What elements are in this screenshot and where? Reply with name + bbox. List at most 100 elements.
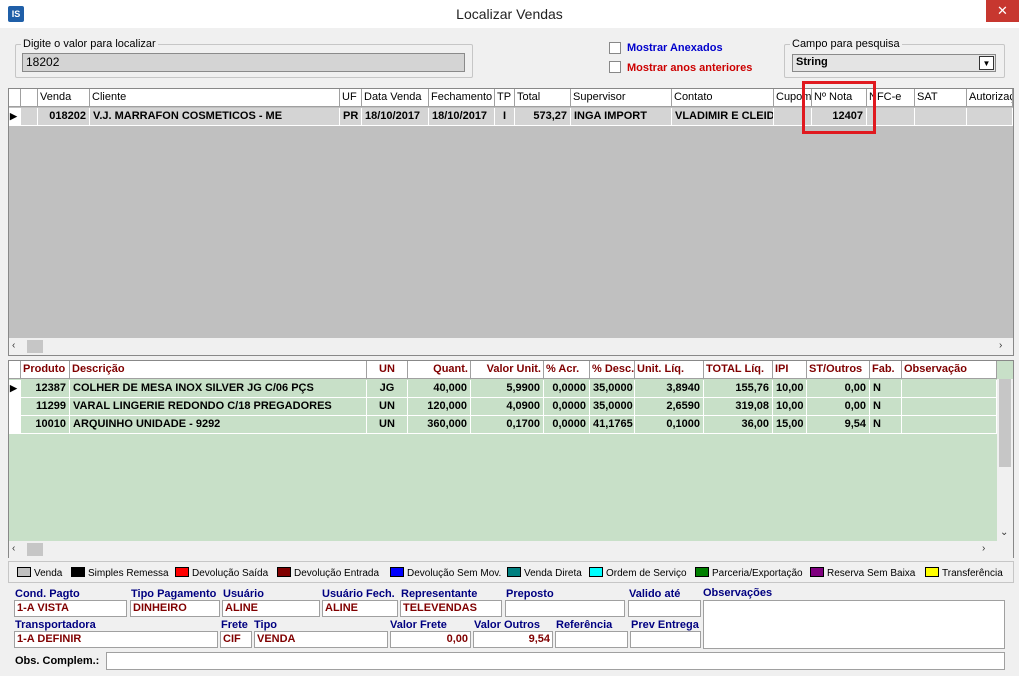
col-contato[interactable]: Contato bbox=[672, 89, 774, 107]
item-produto[interactable]: 10010 bbox=[21, 416, 70, 434]
scroll-down-icon[interactable]: ⌄ bbox=[1000, 527, 1008, 538]
col-supervisor[interactable]: Supervisor bbox=[571, 89, 672, 107]
usuario-field[interactable]: ALINE bbox=[222, 600, 320, 617]
frete-field[interactable]: CIF bbox=[220, 631, 252, 648]
item-desc[interactable]: 35,0000 bbox=[590, 398, 635, 416]
item-un[interactable]: JG bbox=[367, 380, 408, 398]
item-unit-liq[interactable]: 0,1000 bbox=[635, 416, 704, 434]
sale-fechamento[interactable]: 18/10/2017 bbox=[429, 108, 495, 126]
sale-data-venda[interactable]: 18/10/2017 bbox=[362, 108, 429, 126]
items-vscrollbar[interactable]: ⌄ bbox=[997, 379, 1013, 541]
item-st[interactable]: 0,00 bbox=[807, 380, 870, 398]
col-sat[interactable]: SAT bbox=[915, 89, 967, 107]
item-total-liq[interactable]: 319,08 bbox=[704, 398, 773, 416]
col-total-liq[interactable]: TOTAL Líq. bbox=[704, 361, 773, 379]
scroll-left-icon[interactable]: ‹ bbox=[12, 543, 15, 554]
item-ipi[interactable]: 10,00 bbox=[773, 398, 807, 416]
col-quant[interactable]: Quant. bbox=[408, 361, 471, 379]
vscroll-thumb[interactable] bbox=[999, 379, 1011, 467]
col-descricao[interactable]: Descrição bbox=[70, 361, 367, 379]
mostrar-anexados-checkbox[interactable] bbox=[609, 42, 621, 54]
scroll-thumb[interactable] bbox=[27, 340, 43, 353]
col-acr[interactable]: % Acr. bbox=[544, 361, 590, 379]
col-tp[interactable]: TP bbox=[495, 89, 515, 107]
item-fab[interactable]: N bbox=[870, 416, 902, 434]
col-cliente[interactable]: Cliente bbox=[90, 89, 340, 107]
col-fab[interactable]: Fab. bbox=[870, 361, 902, 379]
scroll-left-icon[interactable]: ‹ bbox=[12, 340, 15, 351]
sale-venda[interactable]: 018202 bbox=[38, 108, 90, 126]
col-autoriz[interactable]: Autorizaç bbox=[967, 89, 1013, 107]
preposto-field[interactable] bbox=[505, 600, 625, 617]
mostrar-anos-checkbox[interactable] bbox=[609, 61, 621, 73]
sale-supervisor[interactable]: INGA IMPORT bbox=[571, 108, 672, 126]
item-acr[interactable]: 0,0000 bbox=[544, 380, 590, 398]
referencia-field[interactable] bbox=[555, 631, 628, 648]
col-data-venda[interactable]: Data Venda bbox=[362, 89, 429, 107]
item-total-liq[interactable]: 36,00 bbox=[704, 416, 773, 434]
item-desc[interactable]: 41,1765 bbox=[590, 416, 635, 434]
item-obs[interactable] bbox=[902, 398, 997, 416]
close-button[interactable]: ✕ bbox=[986, 0, 1019, 22]
tipo-field[interactable]: VENDA bbox=[254, 631, 388, 648]
item-acr[interactable]: 0,0000 bbox=[544, 416, 590, 434]
mostrar-anexados-label[interactable]: Mostrar Anexados bbox=[627, 42, 723, 54]
valor-outros-field[interactable]: 9,54 bbox=[473, 631, 553, 648]
col-uf[interactable]: UF bbox=[340, 89, 362, 107]
sale-cliente[interactable]: V.J. MARRAFON COSMETICOS - ME bbox=[90, 108, 340, 126]
observacoes-field[interactable] bbox=[703, 600, 1005, 649]
scroll-right-icon[interactable]: › bbox=[982, 543, 985, 554]
scroll-right-icon[interactable]: › bbox=[999, 340, 1002, 351]
prev-entrega-field[interactable] bbox=[630, 631, 701, 648]
item-unit-liq[interactable]: 2,6590 bbox=[635, 398, 704, 416]
item-valor-unit[interactable]: 5,9900 bbox=[471, 380, 544, 398]
item-quant[interactable]: 120,000 bbox=[408, 398, 471, 416]
col-ipi[interactable]: IPI bbox=[773, 361, 807, 379]
item-ipi[interactable]: 10,00 bbox=[773, 380, 807, 398]
representante-field[interactable]: TELEVENDAS bbox=[400, 600, 502, 617]
item-fab[interactable]: N bbox=[870, 398, 902, 416]
item-unit-liq[interactable]: 3,8940 bbox=[635, 380, 704, 398]
valido-ate-field[interactable] bbox=[628, 600, 701, 617]
item-produto[interactable]: 12387 bbox=[21, 380, 70, 398]
item-fab[interactable]: N bbox=[870, 380, 902, 398]
item-produto[interactable]: 11299 bbox=[21, 398, 70, 416]
col-unit-liq[interactable]: Unit. Líq. bbox=[635, 361, 704, 379]
items-grid[interactable]: Produto Descrição UN Quant. Valor Unit. … bbox=[8, 360, 1014, 558]
usuario-fech-field[interactable]: ALINE bbox=[322, 600, 398, 617]
col-venda[interactable]: Venda bbox=[38, 89, 90, 107]
items-hscrollbar[interactable]: ‹ › bbox=[9, 541, 1013, 558]
item-st[interactable]: 0,00 bbox=[807, 398, 870, 416]
item-descricao[interactable]: VARAL LINGERIE REDONDO C/18 PREGADORES bbox=[70, 398, 367, 416]
sale-autoriz[interactable] bbox=[967, 108, 1013, 126]
item-desc[interactable]: 35,0000 bbox=[590, 380, 635, 398]
item-quant[interactable]: 40,000 bbox=[408, 380, 471, 398]
sale-contato[interactable]: VLADIMIR E CLEIDI bbox=[672, 108, 774, 126]
col-un[interactable]: UN bbox=[367, 361, 408, 379]
item-ipi[interactable]: 15,00 bbox=[773, 416, 807, 434]
sale-uf[interactable]: PR bbox=[340, 108, 362, 126]
search-input[interactable]: 18202 bbox=[22, 53, 465, 72]
item-un[interactable]: UN bbox=[367, 416, 408, 434]
campo-select[interactable]: String bbox=[792, 54, 996, 72]
sales-hscrollbar[interactable]: ‹ › bbox=[9, 338, 1013, 355]
cond-pagto-field[interactable]: 1-A VISTA bbox=[14, 600, 127, 617]
item-total-liq[interactable]: 155,76 bbox=[704, 380, 773, 398]
item-valor-unit[interactable]: 0,1700 bbox=[471, 416, 544, 434]
tipo-pagamento-field[interactable]: DINHEIRO bbox=[130, 600, 220, 617]
scroll-thumb[interactable] bbox=[27, 543, 43, 556]
item-descricao[interactable]: COLHER DE MESA INOX SILVER JG C/06 PÇS bbox=[70, 380, 367, 398]
col-fechamento[interactable]: Fechamento bbox=[429, 89, 495, 107]
item-un[interactable]: UN bbox=[367, 398, 408, 416]
col-produto[interactable]: Produto bbox=[21, 361, 70, 379]
col-observacao[interactable]: Observação bbox=[902, 361, 997, 379]
item-acr[interactable]: 0,0000 bbox=[544, 398, 590, 416]
item-valor-unit[interactable]: 4,0900 bbox=[471, 398, 544, 416]
item-st[interactable]: 9,54 bbox=[807, 416, 870, 434]
item-obs[interactable] bbox=[902, 380, 997, 398]
chevron-down-icon[interactable]: ▼ bbox=[979, 56, 994, 70]
col-valor-unit[interactable]: Valor Unit. bbox=[471, 361, 544, 379]
col-desc[interactable]: % Desc. bbox=[590, 361, 635, 379]
col-total[interactable]: Total bbox=[515, 89, 571, 107]
item-descricao[interactable]: ARQUINHO UNIDADE - 9292 bbox=[70, 416, 367, 434]
